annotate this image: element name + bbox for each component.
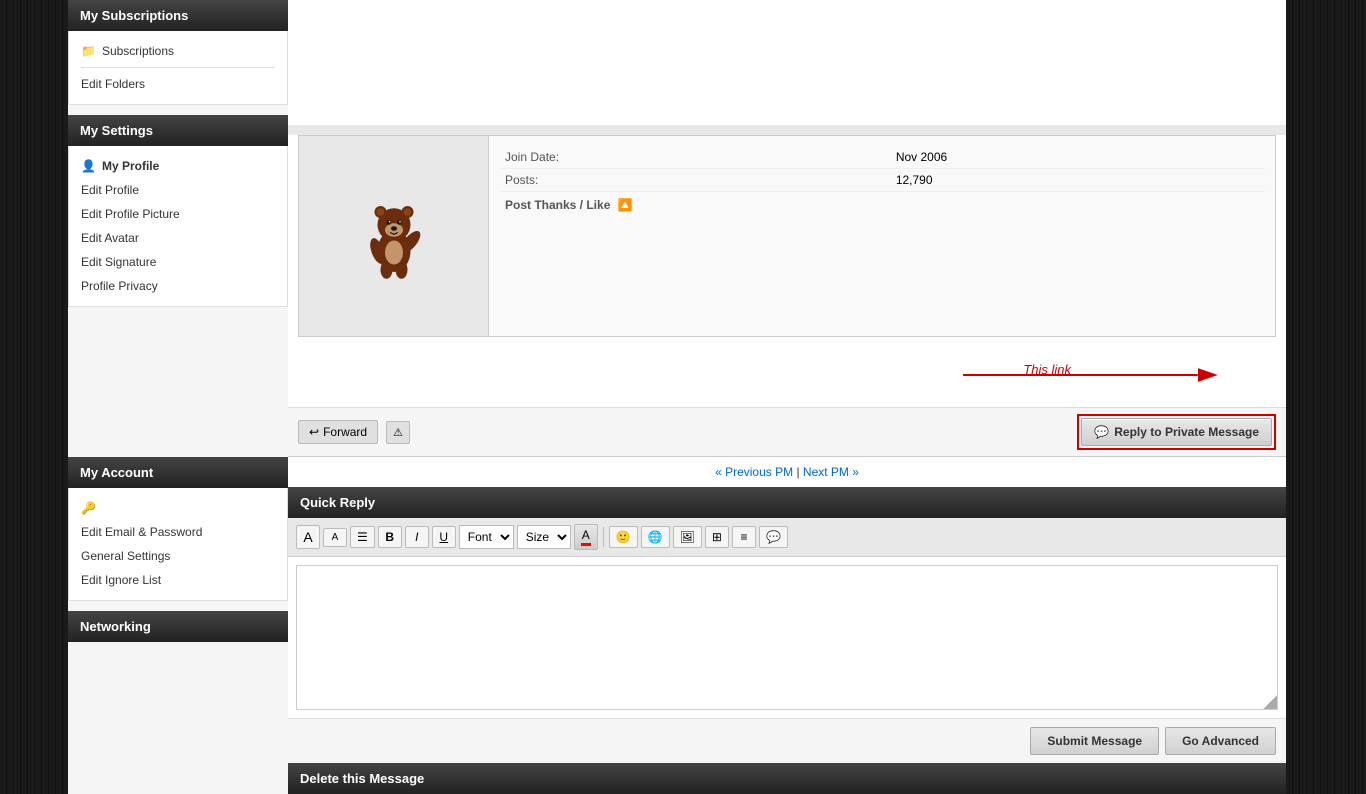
networking-header: Networking — [68, 611, 288, 642]
forward-icon: ↩ — [309, 425, 319, 439]
sidebar-item-edit-ignore[interactable]: Edit Ignore List — [69, 568, 287, 592]
toolbar-link-button[interactable]: 🌐 — [641, 526, 670, 548]
sidebar-item-my-account[interactable]: 🔑 — [69, 496, 287, 520]
sidebar-item-subscriptions[interactable]: 📁 Subscriptions — [69, 39, 287, 63]
sidebar-item-edit-email[interactable]: Edit Email & Password — [69, 520, 287, 544]
sidebar-item-edit-profile[interactable]: Edit Profile — [69, 178, 287, 202]
sidebar-spacer — [68, 317, 288, 457]
sidebar-item-edit-signature[interactable]: Edit Signature — [69, 250, 287, 274]
action-bar: ↩ Forward ⚠ 💬 Reply to Private Message — [288, 407, 1286, 456]
quick-reply-container: Quick Reply A A ☰ B I U Font Size A 🙂 🌐 … — [288, 487, 1286, 763]
toolbar-img-button[interactable]: 🖼 — [673, 526, 702, 548]
my-account-header: My Account — [68, 457, 288, 488]
post-thanks-icon[interactable]: 🔼 — [618, 198, 633, 212]
sidebar-item-edit-avatar[interactable]: Edit Avatar — [69, 226, 287, 250]
toolbar-font-select[interactable]: Font — [459, 525, 514, 549]
subscriptions-section: 📁 Subscriptions Edit Folders — [68, 31, 288, 105]
forward-button[interactable]: ↩ Forward — [298, 420, 378, 444]
reply-icon: 💬 — [1094, 425, 1109, 439]
annotation-area: This link — [298, 347, 1276, 407]
join-date-row: Join Date: Nov 2006 — [499, 146, 1265, 169]
avatar-area — [299, 136, 489, 336]
sidebar-item-edit-folders[interactable]: Edit Folders — [69, 72, 287, 96]
toolbar-bold-button[interactable]: B — [378, 526, 402, 548]
right-strip — [1286, 0, 1366, 794]
post-info-panel: Join Date: Nov 2006 Posts: 12,790 Post T… — [298, 135, 1276, 337]
sidebar-item-profile-privacy[interactable]: Profile Privacy — [69, 274, 287, 298]
settings-section: 👤 My Profile Edit Profile Edit Profile P… — [68, 146, 288, 307]
post-thanks-row: Post Thanks / Like 🔼 — [499, 192, 1265, 217]
editor-toolbar: A A ☰ B I U Font Size A 🙂 🌐 🖼 ⊞ ≡ 💬 — [288, 518, 1286, 557]
posts-value: 12,790 — [890, 169, 1265, 192]
prev-pm-link[interactable]: « Previous PM — [715, 465, 793, 479]
main-content: Join Date: Nov 2006 Posts: 12,790 Post T… — [288, 0, 1286, 794]
toolbar-quote-button[interactable]: 💬 — [759, 526, 788, 548]
posts-label: Posts: — [499, 169, 890, 192]
toolbar-underline-button[interactable]: U — [432, 526, 456, 548]
person-icon: 👤 — [81, 159, 96, 173]
toolbar-size-select[interactable]: Size — [517, 525, 571, 549]
toolbar-font-size-decrease[interactable]: A — [323, 528, 347, 547]
action-left: ↩ Forward ⚠ — [298, 420, 410, 444]
submit-message-button[interactable]: Submit Message — [1030, 727, 1159, 755]
reply-pm-wrapper: 💬 Reply to Private Message — [1077, 414, 1276, 450]
report-icon: ⚠ — [393, 427, 403, 439]
sidebar: My Subscriptions 📁 Subscriptions Edit Fo… — [68, 0, 288, 794]
toolbar-table-button[interactable]: ⊞ — [705, 526, 729, 548]
sidebar-item-general-settings[interactable]: General Settings — [69, 544, 287, 568]
submit-row: Submit Message Go Advanced — [288, 718, 1286, 763]
toolbar-smiley-button[interactable]: 🙂 — [609, 526, 638, 548]
annotation-arrow — [298, 347, 1276, 407]
toolbar-italic-button[interactable]: I — [405, 526, 429, 548]
toolbar-list-button[interactable]: ≡ — [732, 526, 756, 548]
account-icon: 🔑 — [81, 501, 96, 515]
left-strip — [0, 0, 68, 794]
folder-icon: 📁 — [81, 44, 96, 58]
next-pm-link[interactable]: Next PM » — [803, 465, 859, 479]
post-thanks-label[interactable]: Post Thanks / Like 🔼 — [499, 192, 1265, 217]
sidebar-divider — [81, 67, 275, 68]
toolbar-color-button[interactable]: A — [574, 524, 598, 550]
resize-handle[interactable] — [1263, 695, 1277, 709]
post-meta: Join Date: Nov 2006 Posts: 12,790 Post T… — [489, 136, 1275, 336]
my-subscriptions-header: My Subscriptions — [68, 0, 288, 31]
sidebar-item-edit-profile-picture[interactable]: Edit Profile Picture — [69, 202, 287, 226]
quick-reply-header: Quick Reply — [288, 487, 1286, 518]
sidebar-item-my-profile[interactable]: 👤 My Profile — [69, 154, 287, 178]
toolbar-font-size-increase[interactable]: A — [296, 525, 320, 549]
my-settings-header: My Settings — [68, 115, 288, 146]
join-date-value: Nov 2006 — [890, 146, 1265, 169]
toolbar-sep-1 — [603, 527, 604, 547]
account-section: 🔑 Edit Email & Password General Settings… — [68, 488, 288, 601]
reply-pm-button[interactable]: 💬 Reply to Private Message — [1081, 418, 1272, 446]
reply-editor[interactable] — [297, 566, 1277, 706]
editor-wrapper — [296, 565, 1278, 710]
go-advanced-button[interactable]: Go Advanced — [1165, 727, 1276, 755]
bear-avatar — [349, 191, 439, 281]
posts-row: Posts: 12,790 — [499, 169, 1265, 192]
post-container: Join Date: Nov 2006 Posts: 12,790 Post T… — [288, 135, 1286, 457]
navigation-row: « Previous PM | Next PM » — [288, 457, 1286, 487]
report-button[interactable]: ⚠ — [386, 421, 410, 444]
top-white-area — [288, 0, 1286, 125]
toolbar-format-btn[interactable]: ☰ — [350, 526, 375, 548]
post-meta-table: Join Date: Nov 2006 Posts: 12,790 Post T… — [499, 146, 1265, 216]
join-date-label: Join Date: — [499, 146, 890, 169]
